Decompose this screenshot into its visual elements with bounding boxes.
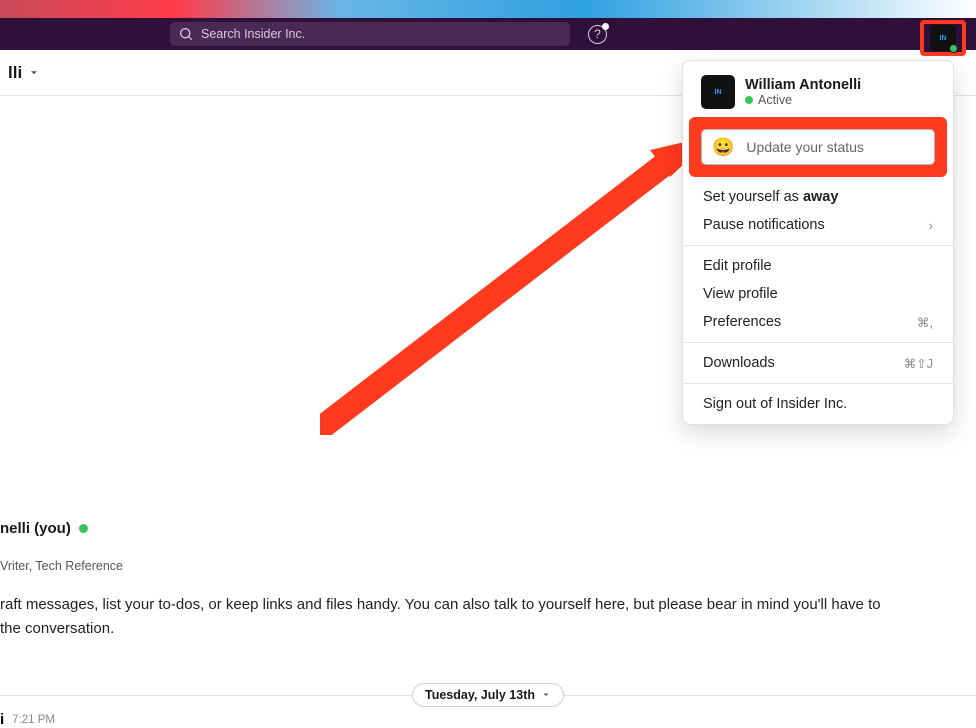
downloads-shortcut: ⌘⇧J [904,356,933,371]
chevron-down-icon [28,67,40,79]
date-label: Tuesday, July 13th [425,688,535,702]
user-menu-avatar: IN [701,75,735,109]
self-dm-section: nelli (you) Vriter, Tech Reference raft … [0,520,976,641]
user-full-name: William Antonelli [745,77,861,93]
search-placeholder: Search Insider Inc. [201,27,305,41]
menu-separator [683,383,953,384]
view-profile-label: View profile [703,286,778,302]
sign-out-item[interactable]: Sign out of Insider Inc. [683,390,953,424]
smile-emoji-icon[interactable]: 😀 [712,137,734,158]
self-name: nelli (you) [0,520,71,537]
date-divider: Tuesday, July 13th [0,683,976,707]
set-away-prefix: Set yourself as [703,189,803,205]
search-icon [180,28,193,41]
profile-avatar[interactable]: IN [930,25,956,51]
date-pill[interactable]: Tuesday, July 13th [412,683,564,707]
menu-separator [683,245,953,246]
pause-notifications-label: Pause notifications [703,217,825,233]
view-profile-item[interactable]: View profile [683,280,953,308]
chevron-down-icon [541,690,551,700]
self-dm-header: nelli (you) [0,520,966,537]
message-time: 7:21 PM [12,714,55,726]
help-button[interactable]: ? [588,25,607,44]
downloads-label: Downloads [703,355,775,371]
self-description: raft messages, list your to-dos, or keep… [0,593,956,641]
menu-separator [683,342,953,343]
edit-profile-label: Edit profile [703,258,772,274]
channel-name: lli [8,63,22,83]
status-field-highlight: 😀 Update your status [689,117,947,177]
set-away-bold: away [803,189,838,205]
self-desc-line1: raft messages, list your to-dos, or keep… [0,596,881,613]
search-input[interactable]: Search Insider Inc. [170,22,570,46]
edit-profile-item[interactable]: Edit profile [683,252,953,280]
chevron-right-icon: › [929,218,933,233]
desktop-background [0,0,976,18]
presence-label: Active [758,93,792,107]
sign-out-label: Sign out of Insider Inc. [703,396,847,412]
downloads-item[interactable]: Downloads ⌘⇧J [683,349,953,377]
update-status-input[interactable]: 😀 Update your status [701,129,935,165]
user-presence: Active [745,93,861,107]
user-menu: IN William Antonelli Active 😀 Update you… [682,60,954,425]
message-header: i 7:21 PM [0,711,55,728]
user-menu-header: IN William Antonelli Active [683,61,953,115]
annotation-arrow [320,135,720,435]
set-away-item[interactable]: Set yourself as away [683,183,953,211]
pause-notifications-item[interactable]: Pause notifications › [683,211,953,239]
self-title: Vriter, Tech Reference [0,559,966,573]
self-desc-line2: the conversation. [0,620,114,637]
slack-top-bar: Search Insider Inc. ? [0,18,976,50]
preferences-shortcut: ⌘, [917,315,933,330]
status-placeholder: Update your status [746,139,864,155]
preferences-item[interactable]: Preferences ⌘, [683,308,953,336]
presence-dot-icon [745,96,753,104]
preferences-label: Preferences [703,314,781,330]
presence-dot-icon [79,524,88,533]
message-author: i [0,711,4,728]
